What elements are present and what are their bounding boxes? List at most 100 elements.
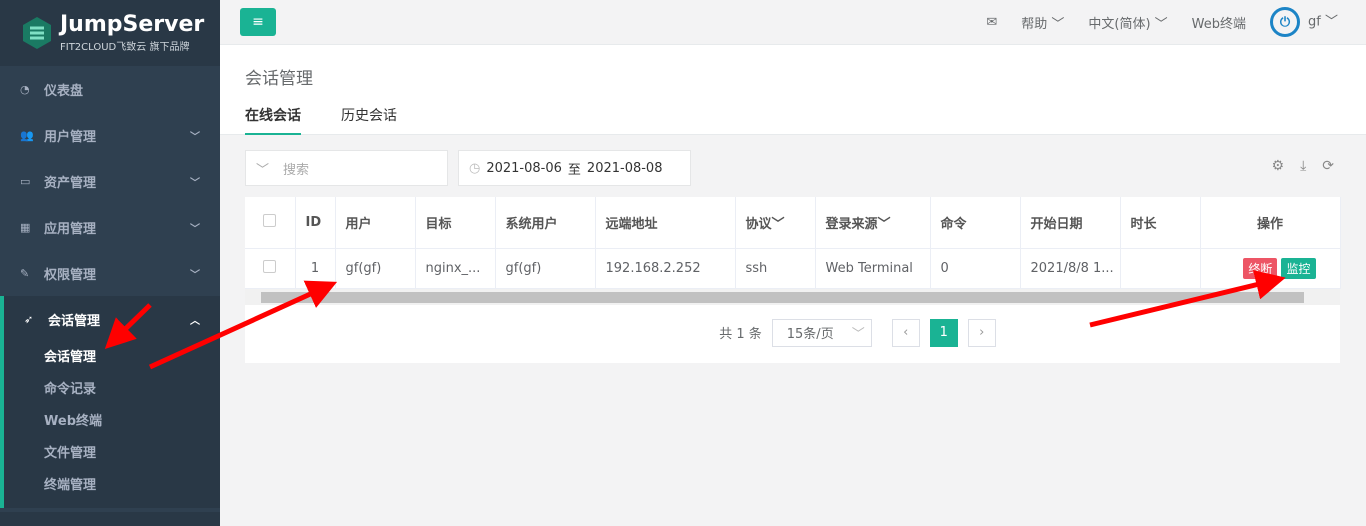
page-title: 会话管理: [245, 69, 313, 89]
monitor-button[interactable]: 监控: [1281, 257, 1316, 279]
topbar: ≡ ✉ 帮助 ﹀ 中文(简体) ﹀ Web终端 ⏻ gf ﹀: [220, 0, 1366, 45]
prev-page-button[interactable]: ‹: [891, 318, 920, 347]
cell-duration: [1120, 248, 1201, 289]
sub-item-commands[interactable]: 命令记录: [4, 374, 220, 406]
chevron-down-icon: ﹀: [851, 327, 865, 342]
horizontal-scrollbar[interactable]: [245, 288, 1340, 305]
col-source[interactable]: 登录来源﹀: [815, 197, 931, 249]
chevron-down-icon: ﹀: [190, 269, 200, 281]
users-icon: 👥: [20, 128, 34, 142]
label: 会话管理: [48, 313, 101, 329]
sidebar-item-users[interactable]: 👥 用户管理 ﹀: [0, 112, 220, 158]
tab-history[interactable]: 历史会话: [341, 105, 397, 135]
terminate-button[interactable]: 终断: [1243, 257, 1278, 279]
label: 用户管理: [44, 129, 97, 145]
label: 登录来源: [825, 216, 878, 232]
date-range-picker[interactable]: ◷ 2021-08-06 至 2021-08-08: [458, 150, 691, 186]
col-user[interactable]: 用户: [335, 197, 416, 249]
cell-system-user: gf(gf): [495, 248, 596, 289]
inbox-icon: ▭: [20, 174, 31, 188]
col-id[interactable]: ID: [295, 197, 336, 249]
scrollbar-thumb[interactable]: [261, 291, 1304, 303]
chevron-up-icon: ︿: [190, 315, 200, 327]
cell-start: 2021/8/8 1...: [1020, 248, 1121, 289]
tab-online[interactable]: 在线会话: [245, 105, 301, 135]
table-row: 1 gf(gf) nginx_... gf(gf) 192.168.2.252 …: [245, 248, 1341, 289]
sessions-table: ID 用户 目标 系统用户 远端地址 协议﹀ 登录来源﹀ 命令 开始日期 时长 …: [245, 197, 1341, 289]
sub-item-web-terminal[interactable]: Web终端: [4, 406, 220, 438]
username: gf: [1308, 14, 1321, 30]
web-terminal-link[interactable]: Web终端: [1192, 13, 1246, 32]
cell-protocol: ssh: [735, 248, 816, 289]
label: 帮助: [1021, 16, 1048, 32]
page-header: 会话管理 在线会话 历史会话: [220, 45, 1366, 135]
col-duration[interactable]: 时长: [1120, 197, 1201, 249]
user-menu[interactable]: ⏻ gf ﹀: [1270, 7, 1338, 37]
sessions-table-panel: ID 用户 目标 系统用户 远端地址 协议﹀ 登录来源﹀ 命令 开始日期 时长 …: [245, 197, 1341, 363]
date-sep: 至: [567, 162, 581, 178]
brand-name: JumpServer: [60, 11, 205, 37]
rocket-icon: ➶: [24, 312, 34, 326]
label: 仪表盘: [44, 83, 84, 99]
sidebar-footer: [0, 512, 220, 526]
label: 15条/页: [786, 327, 834, 342]
cell-source: Web Terminal: [815, 248, 931, 289]
avatar: ⏻: [1270, 7, 1301, 37]
menu-toggle-button[interactable]: ≡: [240, 8, 276, 36]
edit-icon: ✎: [20, 266, 30, 280]
grid-icon: ▦: [20, 220, 31, 234]
sub-item-sessions[interactable]: 会话管理: [4, 342, 220, 374]
cell-commands: 0: [930, 248, 1021, 289]
logo[interactable]: JumpServer FIT2CLOUD飞致云 旗下品牌: [0, 0, 220, 66]
sidebar-item-sessions[interactable]: ➶ 会话管理 ︿: [0, 296, 220, 342]
chevron-down-icon: ﹀: [190, 131, 200, 143]
label: 应用管理: [44, 221, 97, 237]
select-all-checkbox[interactable]: [263, 213, 277, 227]
jumpserver-logo-icon: [23, 17, 51, 49]
help-menu[interactable]: 帮助 ﹀: [1021, 13, 1064, 32]
col-system-user[interactable]: 系统用户: [495, 197, 596, 249]
brand-tagline: FIT2CLOUD飞致云 旗下品牌: [60, 41, 190, 53]
label: 中文(简体): [1088, 16, 1151, 32]
placeholder: 搜索: [283, 162, 310, 178]
col-remote[interactable]: 远端地址: [595, 197, 736, 249]
sidebar-item-perms[interactable]: ✎ 权限管理 ﹀: [0, 250, 220, 296]
refresh-icon[interactable]: ⟳: [1322, 158, 1334, 174]
sub-item-files[interactable]: 文件管理: [4, 438, 220, 470]
settings-icon[interactable]: ⚙: [1272, 158, 1285, 174]
chevron-down-icon: ﹀: [190, 223, 200, 235]
label: 资产管理: [44, 175, 97, 191]
date-to: 2021-08-08: [586, 160, 663, 176]
row-checkbox[interactable]: [263, 259, 277, 273]
sidebar-item-apps[interactable]: ▦ 应用管理 ﹀: [0, 204, 220, 250]
page-1-button[interactable]: 1: [929, 318, 958, 347]
col-protocol[interactable]: 协议﹀: [735, 197, 816, 249]
pagination: 共 1 条 15条/页 ﹀ ‹ 1 ›: [375, 318, 1340, 347]
next-page-button[interactable]: ›: [967, 318, 996, 347]
col-start[interactable]: 开始日期: [1020, 197, 1121, 249]
cell-user: gf(gf): [335, 248, 416, 289]
date-from: 2021-08-06: [486, 160, 562, 176]
page-size-select[interactable]: 15条/页 ﹀: [771, 318, 872, 347]
cell-remote: 192.168.2.252: [595, 248, 736, 289]
language-menu[interactable]: 中文(简体) ﹀: [1088, 13, 1167, 32]
sub-item-terminals[interactable]: 终端管理: [4, 470, 220, 502]
chevron-down-icon: ﹀: [256, 162, 270, 178]
mail-icon[interactable]: ✉: [986, 15, 997, 30]
col-target[interactable]: 目标: [415, 197, 496, 249]
label: 权限管理: [44, 267, 97, 283]
total-count: 共 1 条: [719, 327, 762, 342]
download-icon[interactable]: ⤓: [1300, 158, 1306, 174]
search-input[interactable]: ﹀ 搜索: [245, 150, 448, 186]
sidebar-item-assets[interactable]: ▭ 资产管理 ﹀: [0, 158, 220, 204]
col-commands[interactable]: 命令: [930, 197, 1021, 249]
clock-icon: ◷: [469, 160, 481, 176]
cell-target: nginx_...: [415, 248, 496, 289]
cell-id: 1: [295, 248, 336, 289]
dashboard-icon: ◔: [20, 82, 30, 96]
sidebar-item-dashboard[interactable]: ◔ 仪表盘: [0, 66, 220, 112]
label: 协议: [745, 216, 772, 232]
chevron-down-icon: ﹀: [190, 177, 200, 189]
col-actions: 操作: [1200, 197, 1341, 249]
sidebar: JumpServer FIT2CLOUD飞致云 旗下品牌 ◔ 仪表盘 👥 用户管理 ﹀ …: [0, 0, 220, 526]
